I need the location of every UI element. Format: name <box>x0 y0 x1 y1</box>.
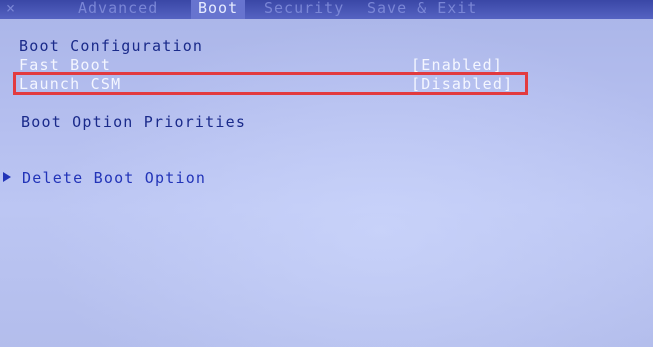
boot-option-priorities-heading: Boot Option Priorities <box>21 113 247 131</box>
tab-save-exit[interactable]: Save & Exit <box>367 0 477 19</box>
delete-boot-option-item[interactable]: Delete Boot Option <box>22 169 206 187</box>
tab-boot[interactable]: Boot <box>191 0 246 19</box>
tab-security[interactable]: Security <box>264 0 344 19</box>
tab-main-partial[interactable]: × <box>6 0 15 19</box>
highlight-box <box>13 72 528 95</box>
submenu-arrow-icon <box>3 172 11 182</box>
tab-advanced[interactable]: Advanced <box>78 0 158 19</box>
section-title: Boot Configuration <box>19 37 204 55</box>
tab-bar: × Advanced Boot Security Save & Exit <box>0 0 653 19</box>
